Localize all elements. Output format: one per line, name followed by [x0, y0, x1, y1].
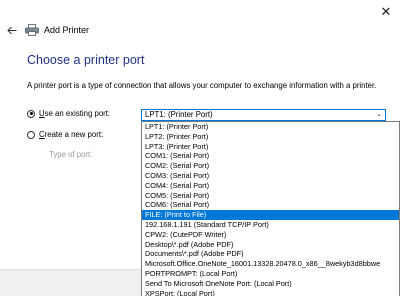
- dropdown-item[interactable]: COM2: (Serial Port): [142, 161, 399, 171]
- existing-port-select[interactable]: LPT1: (Printer Port) ⌄: [141, 109, 386, 121]
- dropdown-item[interactable]: LPT3: (Printer Port): [142, 142, 399, 152]
- radio-selected-icon[interactable]: [27, 109, 35, 118]
- close-button[interactable]: ✕: [378, 4, 394, 20]
- dropdown-item[interactable]: LPT1: (Printer Port): [142, 122, 399, 132]
- dropdown-item[interactable]: Send To Microsoft OneNote Port: (Local P…: [142, 279, 399, 289]
- dropdown-item[interactable]: COM1: (Serial Port): [142, 151, 399, 161]
- port-dropdown-list[interactable]: LPT1: (Printer Port) LPT2: (Printer Port)…: [141, 121, 400, 296]
- create-new-port-label: Create a new port:: [39, 130, 104, 139]
- dropdown-item[interactable]: PORTPROMPT: (Local Port): [142, 269, 399, 279]
- dropdown-item[interactable]: 192.168.1.191 (Standard TCP/IP Port): [142, 220, 399, 230]
- dropdown-item[interactable]: Microsoft.Office.OneNote_16001.13328.204…: [142, 259, 399, 269]
- page-description: A printer port is a type of connection t…: [27, 81, 377, 90]
- add-printer-window: ✕ Add Printer Choose a printer port A pr…: [0, 0, 400, 296]
- use-existing-port-radio[interactable]: Use an existing port:: [27, 109, 110, 118]
- window-title: Add Printer: [44, 25, 90, 35]
- dropdown-item[interactable]: FILE: (Print to File): [142, 210, 399, 220]
- footer-band: [0, 269, 141, 296]
- dropdown-item[interactable]: Desktop\*.pdf (Adobe PDF): [142, 240, 399, 250]
- printer-icon: [25, 24, 39, 36]
- use-existing-port-label: Use an existing port:: [39, 109, 111, 118]
- existing-port-value: LPT1: (Printer Port): [145, 110, 213, 119]
- dropdown-item[interactable]: COM5: (Serial Port): [142, 191, 399, 201]
- dropdown-item[interactable]: COM6: (Serial Port): [142, 200, 399, 210]
- dropdown-item[interactable]: XPSPort: (Local Port): [142, 289, 399, 296]
- create-new-port-radio[interactable]: Create a new port:: [27, 130, 103, 139]
- dropdown-item[interactable]: COM3: (Serial Port): [142, 171, 399, 181]
- dropdown-item[interactable]: Documents\*.pdf (Adobe PDF): [142, 249, 399, 259]
- dropdown-item[interactable]: CPW2: (CutePDF Writer): [142, 230, 399, 240]
- title-bar: Add Printer: [5, 22, 89, 38]
- dropdown-item[interactable]: LPT2: (Printer Port): [142, 132, 399, 142]
- back-arrow-icon[interactable]: [5, 23, 19, 37]
- type-of-port-label: Type of port:: [49, 150, 93, 159]
- dropdown-item[interactable]: COM4: (Serial Port): [142, 181, 399, 191]
- page-heading: Choose a printer port: [27, 53, 145, 67]
- radio-unselected-icon[interactable]: [27, 130, 35, 139]
- chevron-down-icon[interactable]: ⌄: [376, 110, 382, 120]
